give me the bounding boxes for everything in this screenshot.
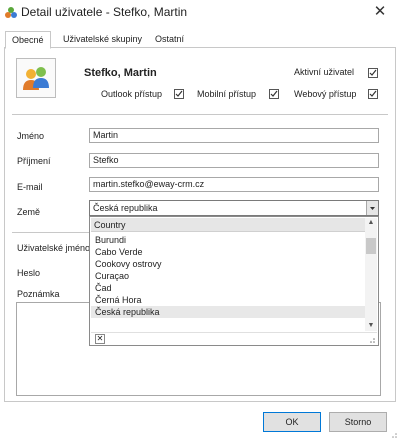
cancel-button[interactable]: Storno xyxy=(329,412,387,432)
checkmark-icon xyxy=(369,90,377,97)
chevron-down-icon xyxy=(370,207,375,210)
users-icon xyxy=(23,67,49,90)
tab-uzivatelske-skupiny[interactable]: Uživatelské skupiny xyxy=(57,31,148,47)
checkmark-icon xyxy=(369,69,377,76)
tab-obecne[interactable]: Obecné xyxy=(5,31,51,49)
country-option[interactable]: Čad xyxy=(91,282,366,294)
section-divider xyxy=(12,114,388,115)
first-name-label: Jméno xyxy=(17,131,45,141)
country-option[interactable]: Burundi xyxy=(91,234,366,246)
country-option[interactable]: Curaçao xyxy=(91,270,366,282)
resize-grip-icon[interactable] xyxy=(389,431,397,439)
country-option[interactable]: Cookovy ostrovy xyxy=(91,258,366,270)
country-option[interactable]: Cabo Verde xyxy=(91,246,366,258)
dropdown-scrollbar[interactable]: ▲ ▼ xyxy=(365,218,377,331)
country-select[interactable]: Česká republika xyxy=(89,200,379,216)
tab-ostatni[interactable]: Ostatní xyxy=(149,31,190,47)
active-user-checkbox[interactable] xyxy=(368,68,378,78)
section-divider xyxy=(12,232,90,233)
username-label: Uživatelské jméno xyxy=(17,243,91,253)
avatar[interactable] xyxy=(16,58,56,98)
checkmark-icon xyxy=(175,90,183,97)
email-field[interactable]: martin.stefko@eway-crm.cz xyxy=(89,177,379,192)
title-bar: Detail uživatele - Stefko, Martin ✕ xyxy=(0,0,400,26)
resize-grip-icon[interactable] xyxy=(367,336,375,344)
web-access-checkbox[interactable] xyxy=(368,89,378,99)
outlook-access-label: Outlook přístup xyxy=(101,89,163,99)
email-label: E-mail xyxy=(17,182,43,192)
scroll-up-icon[interactable]: ▲ xyxy=(365,218,377,228)
password-label: Heslo xyxy=(17,268,41,278)
close-icon[interactable]: ✕ xyxy=(370,2,390,22)
country-dropdown: Country Burundi Cabo Verde Cookovy ostro… xyxy=(89,216,379,346)
user-display-name: Stefko, Martin xyxy=(84,67,157,79)
scrollbar-thumb[interactable] xyxy=(366,238,376,254)
checkmark-icon xyxy=(270,90,278,97)
first-name-field[interactable]: Martin xyxy=(89,128,379,143)
last-name-field[interactable]: Stefko xyxy=(89,153,379,168)
ok-button[interactable]: OK xyxy=(263,412,321,432)
mobile-access-checkbox[interactable] xyxy=(269,89,279,99)
country-select-value: Česká republika xyxy=(93,203,158,213)
last-name-label: Příjmení xyxy=(17,156,51,166)
dropdown-header: Country xyxy=(91,218,366,232)
country-option-selected[interactable]: Česká republika xyxy=(91,306,366,318)
clear-icon[interactable]: ✕ xyxy=(95,334,105,344)
country-label: Země xyxy=(17,207,41,217)
outlook-access-checkbox[interactable] xyxy=(174,89,184,99)
active-user-label: Aktivní uživatel xyxy=(294,67,355,77)
mobile-access-label: Mobilní přístup xyxy=(197,89,257,99)
country-option[interactable]: Černá Hora xyxy=(91,294,366,306)
app-icon xyxy=(4,6,18,20)
web-access-label: Webový přístup xyxy=(294,89,357,99)
window-title: Detail uživatele - Stefko, Martin xyxy=(21,5,188,19)
dropdown-footer: ✕ xyxy=(91,332,377,346)
scroll-down-icon[interactable]: ▼ xyxy=(365,321,377,331)
note-label: Poznámka xyxy=(17,289,60,299)
dropdown-button[interactable] xyxy=(366,201,378,215)
